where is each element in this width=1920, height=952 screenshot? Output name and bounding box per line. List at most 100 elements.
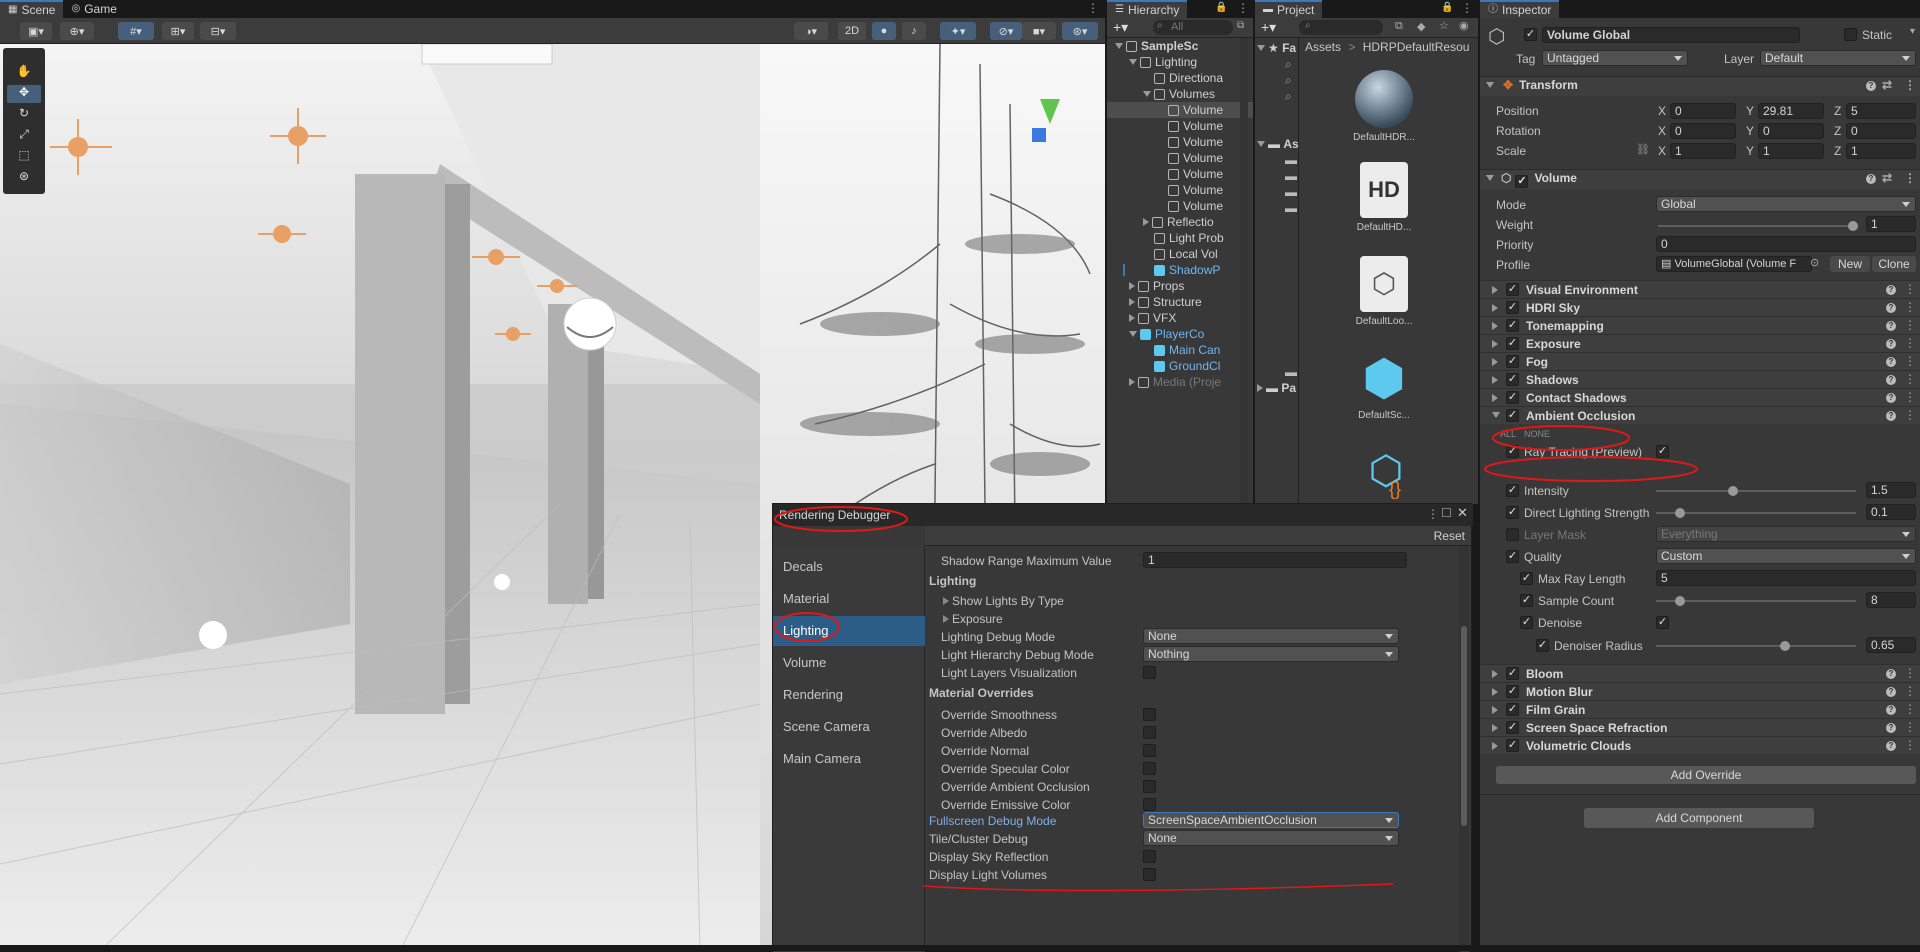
override-menu-icon[interactable]: ⋮ [1904,318,1916,332]
debugger-vscroll[interactable] [1459,546,1469,952]
tab-project[interactable]: ▬ Project [1255,0,1323,18]
override-row[interactable]: ✓ Screen Space Refraction? ⋮ [1480,718,1920,736]
override-enabled-checkbox[interactable]: ✓ [1506,409,1519,422]
folder-icon[interactable]: ▬ [1285,364,1297,380]
hierarchy-item[interactable]: Main Can [1107,342,1253,358]
audio-toggle[interactable]: ♪ [902,22,926,40]
expand-arrow-icon[interactable] [1115,43,1123,49]
hierarchy-item[interactable]: GroundCl [1107,358,1253,374]
help-icon[interactable]: ? [1886,357,1896,367]
object-picker-icon[interactable]: ⊙ [1810,256,1819,269]
lighting-toggle[interactable]: ● [872,22,896,40]
hierarchy-item[interactable]: VFX [1107,310,1253,326]
foldout-arrow-icon[interactable] [1492,706,1498,714]
expand-arrow-icon[interactable] [1129,331,1137,337]
override-row[interactable]: ✓ Contact Shadows? ⋮ [1480,388,1920,406]
sample-count-field[interactable]: 8 [1866,592,1916,608]
new-profile-button[interactable]: New [1830,256,1870,272]
scroll-thumb[interactable] [1461,626,1467,826]
foldout-arrow-icon[interactable] [1492,340,1498,348]
hierarchy-filter-icon[interactable]: ⧉ [1237,20,1244,31]
script-asset-icon[interactable]: ⬡{} [1361,446,1411,499]
tab-game[interactable]: ◎ Game [63,0,124,18]
asset-tile[interactable]: ⬡ DefaultLoo... [1339,256,1429,336]
override-enabled-checkbox[interactable]: ✓ [1506,373,1519,386]
help-icon[interactable]: ? [1886,687,1896,697]
foldout-arrow-icon[interactable] [1492,742,1498,750]
expand-arrow-icon[interactable] [1129,378,1135,386]
override-menu-icon[interactable]: ⋮ [1904,390,1916,404]
position-x[interactable]: 0 [1670,103,1736,119]
asset-tile[interactable]: DefaultHDR... [1339,70,1429,150]
override-enabled-checkbox[interactable]: ✓ [1506,391,1519,404]
rotation-y[interactable]: 0 [1758,123,1824,139]
override-menu-icon[interactable]: ⋮ [1904,738,1916,752]
rect-tool-icon[interactable]: ⬚ [7,148,41,166]
grid-dropdown[interactable]: ⊞▾ [162,22,194,40]
quality-dropdown[interactable]: Custom [1656,548,1916,564]
project-create-button[interactable]: +▾ [1261,19,1276,36]
help-icon[interactable]: ? [1886,741,1896,751]
folder-icon[interactable]: ▬ [1285,200,1297,216]
folder-icon[interactable]: ▬ [1285,152,1297,168]
object-name-field[interactable]: Volume Global [1542,27,1800,43]
override-row[interactable]: ✓ Fog? ⋮ [1480,352,1920,370]
preset-icon[interactable]: ⇄ [1882,170,1892,187]
material-override-checkbox[interactable] [1143,744,1156,757]
override-enabled-checkbox[interactable]: ✓ [1506,319,1519,332]
gizmos-dropdown[interactable]: ⊛▾ [1062,22,1098,40]
debugger-nav-item[interactable]: Main Camera [773,744,925,774]
weight-slider[interactable] [1658,221,1858,231]
override-enabled-checkbox[interactable]: ✓ [1506,685,1519,698]
preset-icon[interactable]: ⇄ [1882,77,1892,94]
sample-count-slider-knob[interactable] [1675,596,1685,606]
2d-toggle[interactable]: 2D [838,22,866,40]
intensity-slider-knob[interactable] [1728,486,1739,496]
override-row[interactable]: ✓ Shadows? ⋮ [1480,370,1920,388]
none-toggle[interactable]: NONE [1524,429,1550,439]
hierarchy-item[interactable]: Directiona [1107,70,1253,86]
hierarchy-item[interactable]: Media (Proje [1107,374,1253,390]
foldout-arrow-icon[interactable] [1492,412,1500,418]
volume-header[interactable]: ⬡ ✓ Volume ? ⇄ ⋮ [1480,169,1920,189]
help-icon[interactable]: ? [1886,393,1896,403]
denoiser-radius-slider[interactable] [1656,641,1856,651]
search-by-label-icon[interactable]: ◆ [1417,20,1425,33]
help-icon[interactable]: ? [1866,174,1876,184]
scale-x[interactable]: 1 [1670,143,1736,159]
transform-tool-icon[interactable]: ⊛ [7,169,41,187]
static-dropdown-icon[interactable]: ▾ [1910,26,1915,37]
override-row[interactable]: ✓ Exposure? ⋮ [1480,334,1920,352]
expand-arrow-icon[interactable] [1129,282,1135,290]
override-enabled-checkbox[interactable]: ✓ [1506,283,1519,296]
help-icon[interactable]: ? [1886,285,1896,295]
create-button[interactable]: +▾ [1113,19,1128,36]
expand-arrow-icon[interactable] [1143,218,1149,226]
denoiser-radius-field[interactable]: 0.65 [1866,637,1916,653]
material-override-checkbox[interactable] [1143,708,1156,721]
asset-tile[interactable]: ⬢ DefaultSc... [1339,350,1429,430]
foldout-arrow-icon[interactable] [1492,286,1498,294]
packages-item[interactable]: ▬ Pa [1257,380,1296,396]
foldout-arrow-icon[interactable] [1492,358,1498,366]
expand-arrow-icon[interactable] [1129,59,1137,65]
assets-item[interactable]: ▬ As [1257,136,1299,152]
override-menu-icon[interactable]: ⋮ [1904,372,1916,386]
debugger-nav-item[interactable]: Material [773,584,925,614]
debugger-nav-item[interactable]: Rendering [773,680,925,710]
override-enabled-checkbox[interactable]: ✓ [1506,301,1519,314]
override-row[interactable]: ✓ Visual Environment? ⋮ [1480,280,1920,298]
hierarchy-lock-icon[interactable]: 🔒 [1215,2,1227,13]
hierarchy-item[interactable]: PlayerCo [1107,326,1253,342]
rotate-tool-icon[interactable]: ↻ [7,106,41,124]
favorite-icon[interactable]: ☆ [1439,19,1449,32]
camera-dropdown[interactable]: ■▾ [1022,22,1056,40]
override-menu-icon[interactable]: ⋮ [1904,300,1916,314]
increment-snap-dropdown[interactable]: ⊟▾ [200,22,236,40]
tab-scene[interactable]: ▦ Scene [0,0,64,18]
asset-tile[interactable]: HD DefaultHD... [1339,162,1429,242]
override-menu-icon[interactable]: ⋮ [1904,666,1916,680]
denoise-override-checkbox[interactable]: ✓ [1520,616,1533,629]
foldout-arrow-icon[interactable] [1492,688,1498,696]
folder-icon[interactable]: ▬ [1285,168,1297,184]
